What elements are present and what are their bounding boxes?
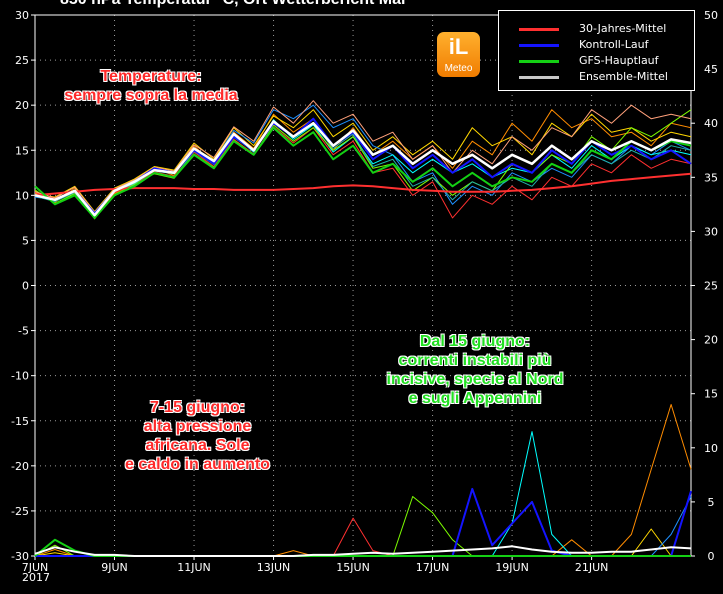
y-right-tick-label: 20 bbox=[704, 334, 718, 347]
y-right-tick-label: 50 bbox=[704, 9, 718, 22]
legend-label: Kontroll-Lauf bbox=[579, 38, 649, 51]
annotation-line: e caldo in aumento bbox=[125, 456, 270, 473]
annotation-alta-pressione: 7-15 giugno: alta pressione africana. So… bbox=[100, 398, 295, 474]
precip-member-line bbox=[35, 496, 692, 557]
y-right-tick-label: 25 bbox=[704, 280, 718, 293]
year-label: 2017 bbox=[22, 571, 50, 584]
y-right-tick-label: 0 bbox=[708, 550, 715, 563]
y-left-tick-label: -10 bbox=[11, 370, 29, 383]
legend-item-ensemble: Ensemble-Mittel bbox=[519, 70, 689, 84]
x-tick-label: 17JUN bbox=[416, 561, 450, 574]
annotation-line: correnti instabili più bbox=[398, 352, 552, 369]
precip-member-line bbox=[35, 517, 691, 557]
y-right-tick-label: 30 bbox=[704, 225, 718, 238]
annotation-line: Temperature: bbox=[100, 68, 202, 85]
y-right-tick-label: 35 bbox=[704, 171, 718, 184]
temp-member-line bbox=[34, 119, 692, 214]
logo-meteo-text: Meteo bbox=[444, 63, 473, 74]
legend-label: Ensemble-Mittel bbox=[579, 70, 668, 83]
y-left-tick-label: 15 bbox=[15, 144, 29, 157]
precip-member-line bbox=[34, 496, 691, 557]
precip-kontroll-line bbox=[35, 487, 692, 557]
ilmeteo-logo: iL Meteo bbox=[437, 32, 480, 77]
y-left-tick-label: 0 bbox=[22, 280, 29, 293]
y-right-tick-label: 5 bbox=[708, 496, 715, 509]
logo-il-text: iL bbox=[448, 34, 469, 59]
legend-item-gfs: GFS-Hauptlauf bbox=[519, 54, 689, 68]
annotation-correnti-instabili: Dal 15 giugno: correnti instabili più in… bbox=[355, 332, 595, 408]
y-left-tick-label: 10 bbox=[15, 189, 29, 202]
y-right-tick-label: 40 bbox=[704, 117, 718, 130]
x-tick-label: 11JUN bbox=[177, 561, 211, 574]
y-left-tick-label: 20 bbox=[15, 99, 29, 112]
annotation-line: e sugli Appennini bbox=[408, 390, 542, 407]
x-tick-label: 13JUN bbox=[257, 561, 291, 574]
x-tick-label: 15JUN bbox=[336, 561, 370, 574]
x-tick-label: 9JUN bbox=[101, 561, 128, 574]
y-left-tick-label: 5 bbox=[22, 234, 29, 247]
x-tick-label: 19JUN bbox=[495, 561, 529, 574]
legend-swatch bbox=[519, 28, 559, 31]
annotation-line: Dal 15 giugno: bbox=[419, 333, 531, 350]
y-right-tick-label: 15 bbox=[704, 388, 718, 401]
y-left-tick-label: 25 bbox=[15, 54, 29, 67]
legend-swatch bbox=[519, 76, 559, 79]
legend-swatch bbox=[519, 60, 559, 63]
annotation-line: 7-15 giugno: bbox=[149, 399, 246, 416]
legend: 30-Jahres-Mittel Kontroll-Lauf GFS-Haupt… bbox=[498, 10, 695, 91]
legend-item-mittel: 30-Jahres-Mittel bbox=[519, 22, 689, 36]
y-left-tick-label: -25 bbox=[11, 505, 29, 518]
y-right-tick-label: 10 bbox=[704, 442, 718, 455]
annotation-line: sempre sopra la media bbox=[64, 87, 238, 104]
temp-ensemble-line bbox=[34, 120, 692, 217]
legend-item-kontroll: Kontroll-Lauf bbox=[519, 38, 689, 52]
precip-ensemble-line bbox=[34, 545, 692, 557]
y-left-tick-label: 30 bbox=[15, 9, 29, 22]
annotation-line: africana. Sole bbox=[145, 437, 250, 454]
y-left-tick-label: -5 bbox=[18, 325, 29, 338]
y-right-tick-label: 45 bbox=[704, 63, 718, 76]
legend-label: 30-Jahres-Mittel bbox=[579, 22, 667, 35]
annotation-temperature: Temperature: sempre sopra la media bbox=[40, 67, 262, 105]
legend-swatch bbox=[519, 44, 559, 47]
annotation-line: incisive, specie al Nord bbox=[386, 371, 564, 388]
y-left-tick-label: -15 bbox=[11, 415, 29, 428]
chart-title: 850 hPa Temperatur °C, Ort Wetterbericht… bbox=[60, 0, 405, 9]
legend-label: GFS-Hauptlauf bbox=[579, 54, 659, 67]
annotation-line: alta pressione bbox=[143, 418, 252, 435]
y-left-tick-label: -20 bbox=[11, 460, 29, 473]
x-tick-label: 21JUN bbox=[575, 561, 609, 574]
